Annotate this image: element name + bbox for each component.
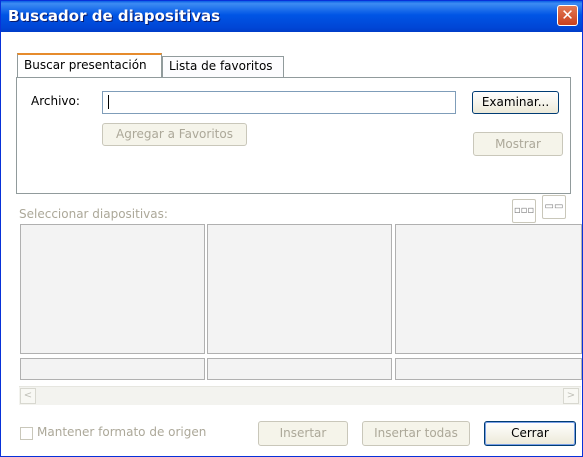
text-caret [108,95,109,109]
close-icon: ✕ [561,6,574,24]
keep-source-format-label: Mantener formato de origen [37,425,207,439]
small-thumbnails-view-button[interactable]: ▫▫▫ [512,199,536,223]
title-bar[interactable]: Buscador de diapositivas ✕ [1,1,582,32]
scroll-left-button[interactable]: < [20,388,36,404]
browse-button-label: Examinar... [481,95,550,109]
show-button[interactable]: Mostrar [473,132,563,156]
close-window-button[interactable]: ✕ [557,5,578,26]
close-button-label: Cerrar [511,426,549,440]
slide-caption [207,358,392,380]
dialog-body: Buscar presentación Lista de favoritos A… [1,32,582,456]
search-panel: Archivo: Examinar... Agregar a Favoritos… [16,77,571,194]
file-path-input[interactable] [102,91,456,114]
tab-label: Buscar presentación [24,58,147,72]
browse-button[interactable]: Examinar... [472,91,559,114]
chevron-right-icon: > [566,390,576,401]
insert-all-button[interactable]: Insertar todas [362,421,470,446]
close-button[interactable]: Cerrar [484,421,576,446]
scroll-right-button[interactable]: > [563,388,579,404]
slide-finder-window: Buscador de diapositivas ✕ Buscar presen… [0,0,583,457]
insert-all-button-label: Insertar todas [374,426,458,440]
large-thumbnails-view-button[interactable]: ▭▭ [542,195,566,219]
slides-horizontal-scrollbar[interactable]: < > [19,386,581,405]
slide-thumbnail[interactable] [395,224,582,354]
select-slides-label: Seleccionar diapositivas: [19,207,168,221]
large-thumbnails-icon: ▭▭ [544,201,564,212]
file-label: Archivo: [31,94,80,108]
add-to-favorites-button[interactable]: Agregar a Favoritos [102,123,247,146]
insert-button-label: Insertar [279,426,327,440]
keep-source-format-checkbox[interactable] [20,427,33,440]
slide-caption [20,358,205,380]
insert-button[interactable]: Insertar [258,421,348,446]
window-title: Buscador de diapositivas [8,7,221,25]
slide-caption [395,358,582,380]
tab-buscar-presentacion[interactable]: Buscar presentación [17,53,162,77]
add-to-favorites-label: Agregar a Favoritos [116,127,233,141]
slide-thumbnail[interactable] [20,224,205,354]
chevron-left-icon: < [23,390,33,401]
small-thumbnails-icon: ▫▫▫ [513,205,535,216]
tab-lista-favoritos[interactable]: Lista de favoritos [162,56,284,77]
tab-label: Lista de favoritos [169,59,273,73]
slide-thumbnail[interactable] [207,224,392,354]
show-button-label: Mostrar [495,137,541,151]
